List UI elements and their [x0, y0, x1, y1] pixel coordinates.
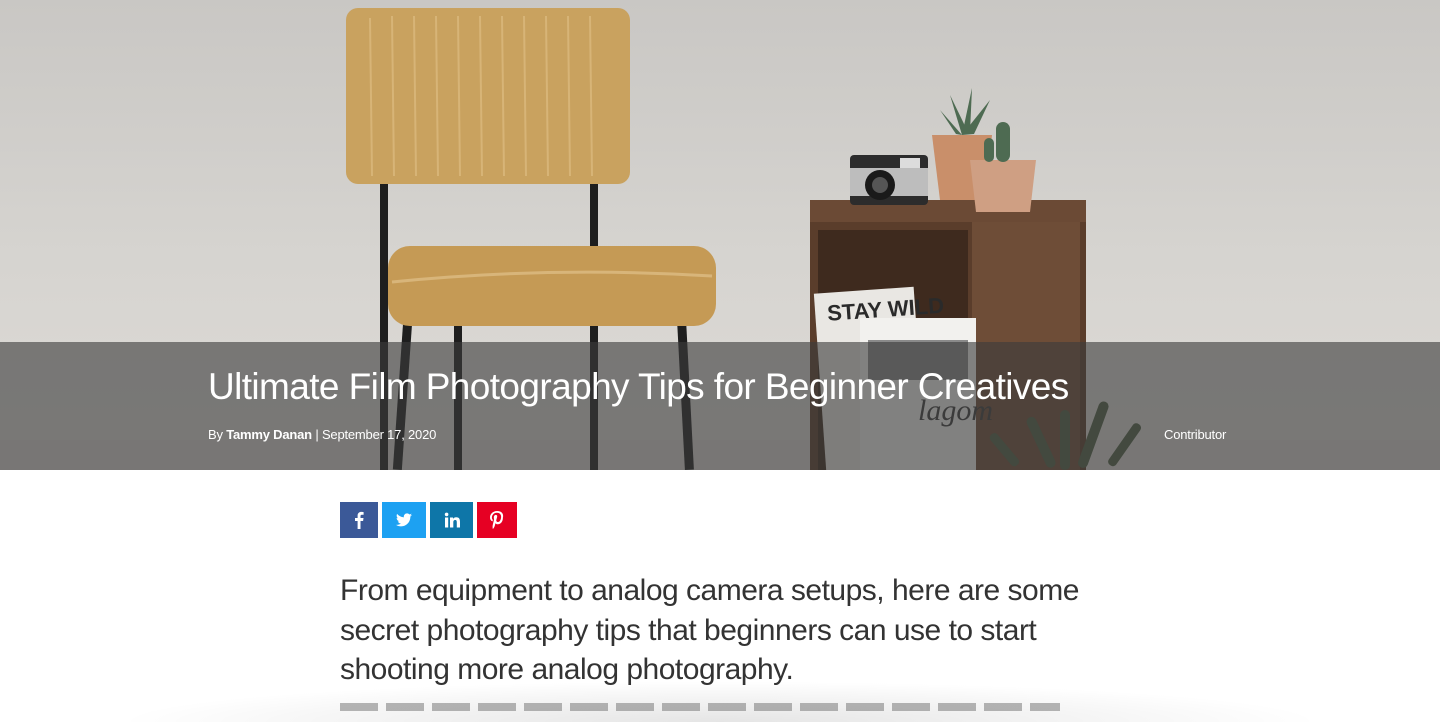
share-twitter-button[interactable]	[382, 502, 426, 538]
bottom-fade	[130, 682, 1310, 722]
author-link[interactable]: Tammy Danan	[226, 427, 312, 442]
byline-prefix: By	[208, 427, 223, 442]
author-role: Contributor	[1164, 427, 1227, 442]
linkedin-icon	[444, 512, 460, 528]
byline-separator: |	[315, 427, 319, 442]
share-linkedin-button[interactable]	[430, 502, 473, 538]
facebook-icon	[355, 511, 364, 529]
article-intro: From equipment to analog camera setups, …	[340, 574, 1079, 686]
next-paragraph-partial	[340, 703, 1060, 711]
publish-date: September 17, 2020	[321, 427, 437, 442]
share-facebook-button[interactable]	[340, 502, 378, 538]
hero-banner: STAY WILD lagom Ultimate Film Photogra	[0, 0, 1440, 470]
twitter-icon	[396, 513, 412, 527]
share-pinterest-button[interactable]	[477, 502, 517, 538]
article-title: Ultimate Film Photography Tips for Begin…	[208, 366, 1069, 407]
pinterest-icon	[490, 511, 504, 529]
article-byline: By Tammy Danan | September 17, 2020	[208, 427, 436, 442]
